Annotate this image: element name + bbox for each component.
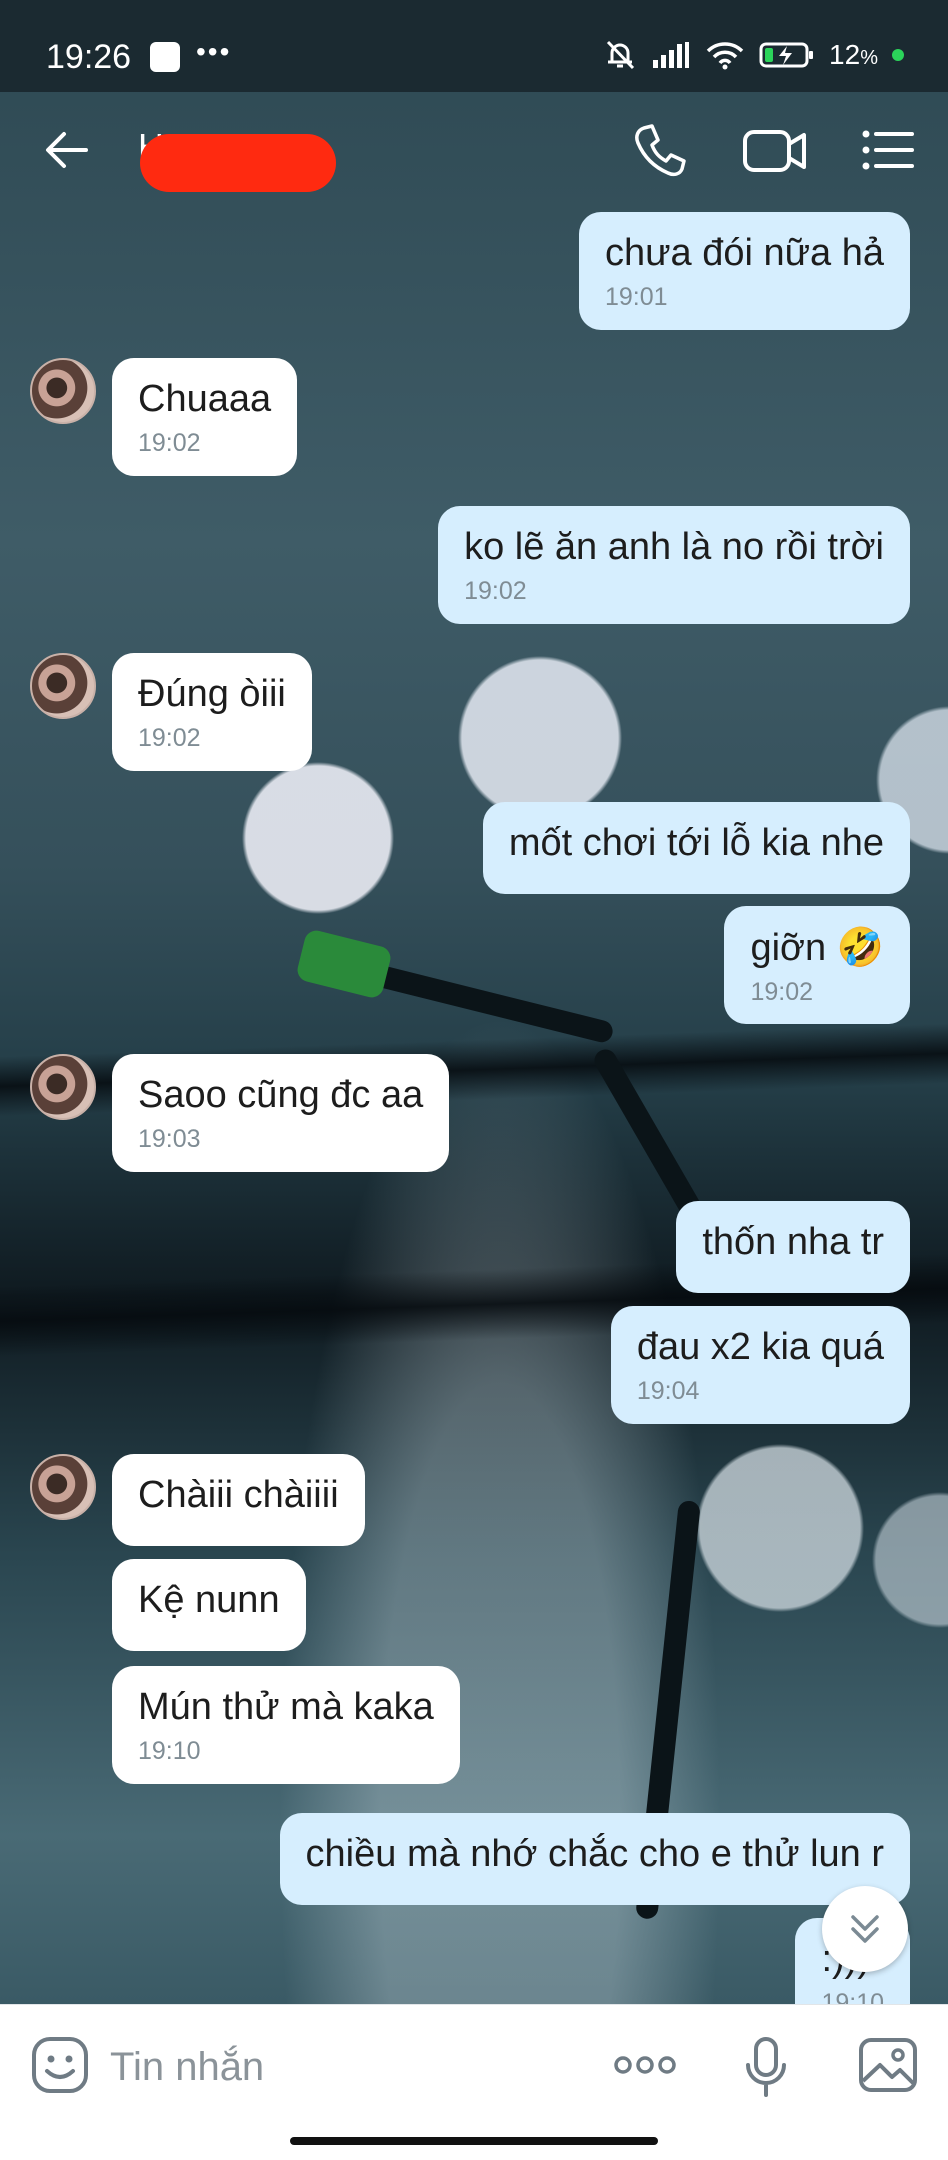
sticker-button[interactable] — [30, 2035, 90, 2095]
status-bar: 19:26 ••• 12% — [0, 0, 948, 92]
avatar[interactable] — [30, 1054, 96, 1120]
voice-message-button[interactable] — [744, 2035, 788, 2099]
message-time: 19:03 — [138, 1125, 201, 1153]
message-input-bar — [0, 2004, 948, 2160]
chat-screen: 19:26 ••• 12% H chưa đói nữa hả — [0, 0, 948, 2160]
message-bubble-outgoing[interactable]: giỡn 🤣 19:02 — [724, 906, 910, 1024]
battery-unit: % — [860, 47, 878, 69]
message-bubble-incoming[interactable]: Saoo cũng đc aa 19:03 — [112, 1054, 450, 1172]
avatar[interactable] — [30, 653, 96, 719]
message-bubble-incoming[interactable]: Chàiii chàiiii — [112, 1454, 365, 1546]
gallery-icon — [859, 2038, 917, 2092]
message-bubble-incoming[interactable]: Đúng òiii 19:02 — [112, 653, 312, 771]
message-text: Chàiii chàiiii — [138, 1474, 339, 1516]
gallery-button[interactable] — [858, 2037, 918, 2093]
battery-value: 12 — [829, 39, 861, 70]
message-bubble-outgoing[interactable]: thốn nha tr — [676, 1201, 910, 1293]
chat-options-button[interactable] — [860, 122, 916, 178]
background-wire — [357, 960, 615, 1045]
message-bubble-outgoing[interactable]: ko lẽ ăn anh là no rồi trời 19:02 — [438, 506, 910, 624]
message-time: 19:02 — [464, 577, 527, 605]
privacy-indicator-dot — [892, 49, 904, 61]
message-time: 19:02 — [750, 978, 814, 1006]
scroll-to-bottom-button[interactable] — [822, 1886, 908, 1972]
message-bubble-outgoing[interactable]: mốt chơi tới lỗ kia nhe — [482, 802, 910, 894]
message-bubble-incoming[interactable]: Mún thử mà kaka 19:10 — [112, 1666, 460, 1784]
message-time: 19:02 — [138, 429, 201, 457]
message-text: Mún thử mà kaka — [138, 1686, 434, 1728]
message-time: 19:10 — [138, 1737, 201, 1765]
battery-percent: 12% — [829, 39, 878, 71]
message-text: Saoo cũng đc aa — [138, 1074, 424, 1116]
message-text: Kệ nunn — [138, 1579, 280, 1621]
wifi-icon — [706, 42, 744, 70]
message-text: mốt chơi tới lỗ kia nhe — [508, 822, 884, 864]
menu-list-icon — [862, 130, 914, 170]
message-text: ko lẽ ăn anh là no rồi trời — [464, 526, 884, 568]
more-dots-icon — [614, 2056, 676, 2074]
message-text: đau x2 kia quá — [636, 1326, 884, 1368]
home-indicator[interactable] — [290, 2137, 658, 2145]
status-icons: 12% — [603, 38, 904, 72]
message-time: 19:01 — [604, 283, 668, 311]
video-call-button[interactable] — [742, 122, 808, 178]
sticker-icon — [32, 2037, 88, 2093]
message-bubble-incoming[interactable]: Kệ nunn — [112, 1559, 306, 1651]
avatar[interactable] — [30, 358, 96, 424]
more-options-button[interactable] — [612, 2043, 678, 2087]
message-text: chiều mà nhớ chắc cho e thử lun r — [305, 1833, 884, 1875]
microphone-icon — [746, 2037, 786, 2097]
message-text: giỡn 🤣 — [750, 927, 884, 969]
phone-icon — [635, 124, 686, 177]
message-input[interactable] — [110, 2031, 570, 2103]
background-light-bulb — [295, 928, 393, 1000]
message-time: 19:02 — [138, 724, 201, 752]
video-camera-icon — [743, 130, 806, 172]
bell-muted-icon — [606, 40, 635, 70]
signal-icon — [653, 42, 690, 68]
message-bubble-outgoing[interactable]: chiều mà nhớ chắc cho e thử lun r — [279, 1813, 910, 1905]
double-chevron-down-icon — [851, 1915, 879, 1943]
message-bubble-incoming[interactable]: Chuaaa 19:02 — [112, 358, 298, 476]
message-text: Đúng òiii — [138, 673, 286, 715]
message-text: thốn nha tr — [702, 1221, 884, 1263]
notification-app-icon — [150, 42, 180, 72]
message-bubble-outgoing[interactable]: chưa đói nữa hả 19:01 — [578, 212, 910, 330]
battery-charging-icon — [759, 42, 814, 68]
message-bubble-outgoing[interactable]: đau x2 kia quá 19:04 — [610, 1306, 910, 1424]
voice-call-button[interactable] — [630, 120, 690, 180]
chat-header: H — [0, 92, 948, 204]
message-time: 19:04 — [636, 1377, 700, 1405]
message-text: chưa đói nữa hả — [604, 232, 884, 274]
back-arrow-icon — [46, 132, 88, 168]
status-time: 19:26 — [46, 38, 132, 76]
avatar[interactable] — [30, 1454, 96, 1520]
back-button[interactable] — [40, 122, 96, 178]
message-text: Chuaaa — [138, 378, 272, 420]
status-more-icon: ••• — [196, 36, 232, 67]
name-redaction-mark — [140, 134, 336, 192]
